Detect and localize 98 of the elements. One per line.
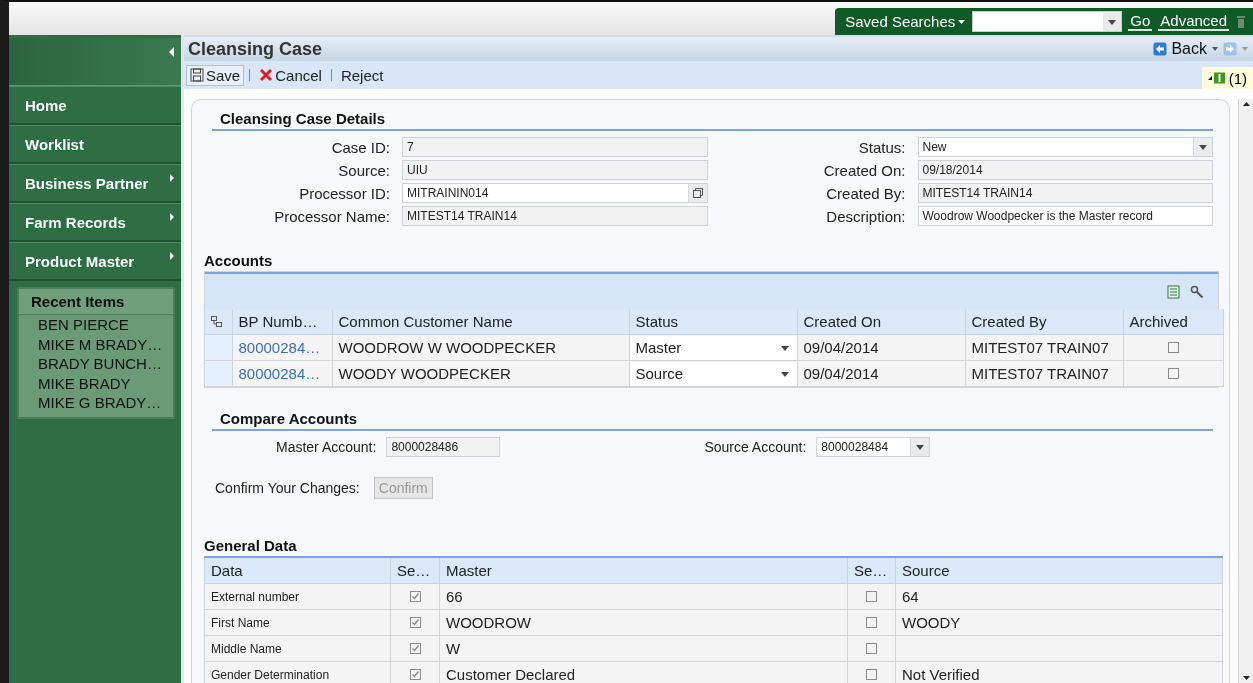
trash-icon[interactable]: [1235, 14, 1247, 29]
checkbox[interactable]: [866, 617, 877, 628]
table-cell: Customer Declared: [439, 661, 848, 683]
table-cell: External number: [204, 583, 391, 610]
table-cell: WOODY WOODPECKER: [332, 360, 629, 387]
column-header[interactable]: Master: [439, 557, 848, 584]
table-cell: 09/04/2014: [797, 334, 965, 361]
field-label: Processor Name:: [273, 207, 391, 225]
collapse-icon[interactable]: [167, 46, 175, 58]
field-label: Processor ID:: [298, 184, 391, 202]
table-cell: Not Verified: [895, 661, 1223, 683]
input-field: MITEST14 TRAIN14: [402, 206, 708, 226]
section-title: General Data: [204, 537, 298, 556]
field-label: Source:: [337, 161, 391, 179]
column-header[interactable]: Data: [204, 557, 391, 584]
field-label: Status:: [857, 138, 907, 156]
info-icon: [1207, 72, 1226, 84]
field-label: Description:: [825, 207, 907, 225]
checkbox[interactable]: [409, 617, 421, 628]
toolbar-button[interactable]: Save: [186, 64, 245, 86]
table-cell: W: [439, 635, 848, 662]
section-title: Cleansing Case Details: [212, 110, 1213, 131]
column-header[interactable]: Status: [629, 309, 797, 335]
search-dropdown-field[interactable]: [972, 11, 1123, 32]
checkbox[interactable]: [409, 591, 421, 602]
checkbox[interactable]: [409, 669, 421, 680]
table-cell: Gender Determination: [204, 661, 391, 683]
field-label: Created On:: [822, 161, 907, 179]
column-header[interactable]: Se…: [390, 557, 440, 584]
table-cell: First Name: [204, 609, 391, 636]
table-cell: 66: [439, 583, 848, 610]
recent-item[interactable]: MIKE G BRADY…: [19, 393, 173, 413]
nav-item[interactable]: Farm Records: [9, 203, 181, 242]
toolbar-button[interactable]: Reject: [336, 64, 388, 86]
table-cell: WOODY: [895, 609, 1223, 636]
column-header[interactable]: Created By: [965, 309, 1123, 335]
input-field[interactable]: MITRAININ014: [402, 183, 708, 203]
status-dropdown[interactable]: Source: [629, 361, 796, 386]
nav-item[interactable]: Product Master: [9, 242, 181, 281]
column-header[interactable]: Created On: [797, 309, 965, 335]
checkbox[interactable]: [1167, 368, 1179, 379]
field-label: Case ID:: [330, 138, 391, 156]
column-header[interactable]: BP Numb…: [232, 309, 332, 335]
table-cell: 09/04/2014: [797, 360, 965, 387]
status-dropdown[interactable]: Master: [629, 335, 796, 360]
table-cell: 64: [895, 583, 1223, 610]
toolbar-button[interactable]: Cancel: [255, 64, 326, 86]
message-indicator[interactable]: (1): [1201, 67, 1253, 89]
panel-title: Recent Items: [19, 289, 173, 315]
page-title: Cleansing Case: [188, 38, 323, 60]
dropdown-field[interactable]: New: [917, 137, 1213, 157]
checkbox[interactable]: [866, 643, 877, 654]
go-link[interactable]: Go: [1128, 12, 1153, 31]
input-field[interactable]: Woodrow Woodpecker is the Master record: [917, 206, 1213, 226]
input-field: 09/18/2014: [917, 160, 1213, 180]
scrollbar[interactable]: [1238, 99, 1253, 683]
table-cell: WOODROW: [439, 609, 848, 636]
field-label: Confirm Your Changes:: [215, 480, 360, 496]
column-header[interactable]: Archived: [1123, 309, 1223, 335]
input-field: 8000028486: [386, 437, 501, 457]
scroll-down-icon[interactable]: [1240, 673, 1252, 683]
column-header[interactable]: Se…: [847, 557, 896, 584]
hierarchy-icon[interactable]: [211, 316, 222, 327]
field-label: Master Account:: [275, 439, 378, 455]
nav-item[interactable]: Worklist: [9, 125, 181, 164]
table-cell: MITEST07 TRAIN07: [965, 360, 1123, 387]
saved-searches-menu[interactable]: Saved Searches: [845, 13, 967, 30]
spreadsheet-icon[interactable]: [1167, 284, 1180, 299]
nav-item[interactable]: Business Partner: [9, 164, 181, 203]
input-field: MITEST14 TRAIN14: [917, 183, 1213, 203]
lookup-icon[interactable]: [691, 187, 704, 199]
section-title: Accounts: [204, 252, 274, 271]
input-field: 7: [402, 137, 708, 157]
column-header[interactable]: Common Customer Name: [332, 309, 629, 335]
section-title: Compare Accounts: [212, 410, 1213, 431]
scroll-up-icon[interactable]: [1240, 99, 1252, 109]
dropdown-field[interactable]: 8000028484: [816, 437, 931, 457]
checkbox[interactable]: [1167, 342, 1179, 353]
caret-icon[interactable]: [1211, 45, 1219, 53]
recent-item[interactable]: MIKE BRADY: [19, 373, 173, 393]
nav-item[interactable]: Home: [9, 86, 181, 125]
back-button[interactable]: Back: [1153, 40, 1207, 58]
field-label: Created By:: [825, 184, 907, 202]
checkbox[interactable]: [866, 669, 877, 680]
advanced-link[interactable]: Advanced: [1158, 12, 1229, 31]
table-cell: Middle Name: [204, 635, 391, 662]
table-cell: WOODROW W WOODPECKER: [332, 334, 629, 361]
column-header[interactable]: Source: [895, 557, 1223, 584]
caret-icon: [957, 17, 967, 26]
close-icon: [259, 68, 274, 82]
recent-item[interactable]: MIKE M BRADY…: [19, 334, 173, 354]
recent-item[interactable]: BRADY BUNCH…: [19, 354, 173, 374]
checkbox[interactable]: [409, 643, 421, 654]
recent-item[interactable]: BEN PIERCE: [19, 315, 173, 335]
input-field: UIU: [402, 160, 708, 180]
table-cell: MITEST07 TRAIN07: [965, 334, 1123, 361]
field-label: Source Account:: [703, 439, 808, 455]
checkbox[interactable]: [866, 591, 877, 602]
